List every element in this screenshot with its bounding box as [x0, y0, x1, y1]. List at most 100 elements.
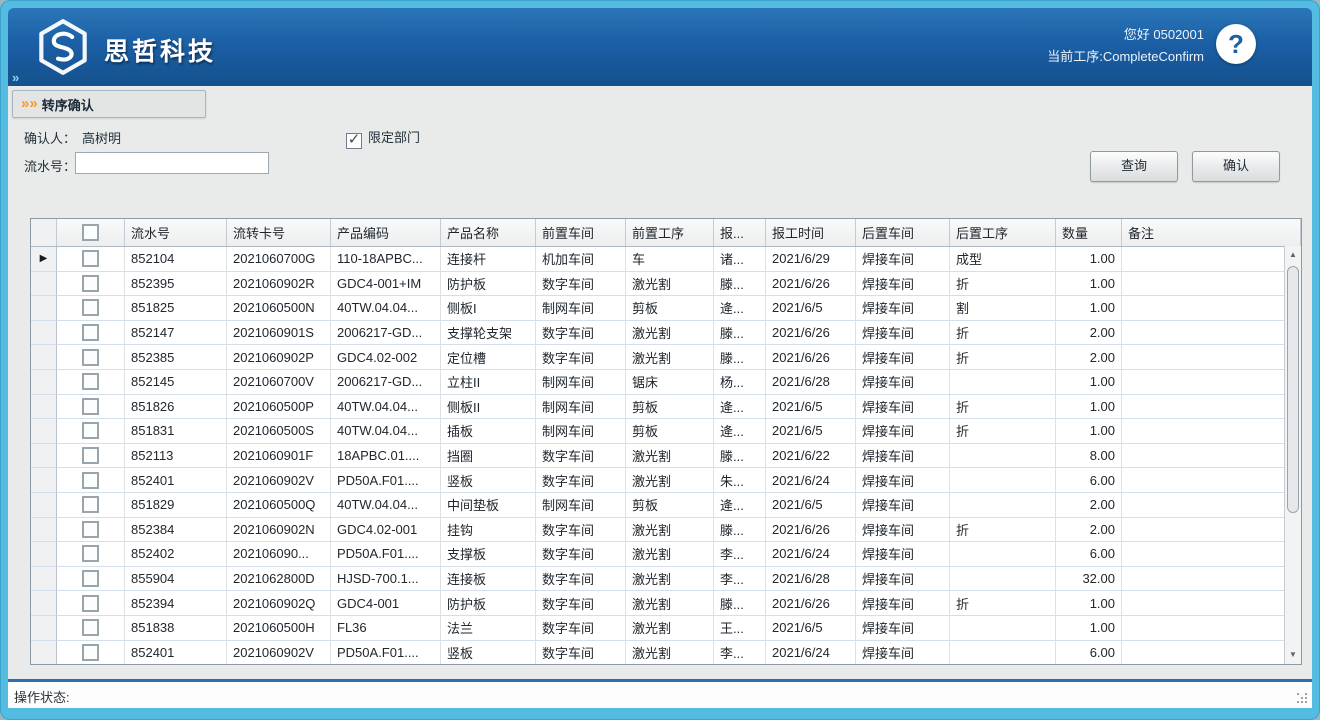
row-checkbox-cell[interactable]	[57, 616, 125, 641]
row-checkbox[interactable]	[82, 250, 99, 267]
row-checkbox[interactable]	[82, 275, 99, 292]
row-checkbox-cell[interactable]	[57, 591, 125, 616]
column-header[interactable]: 产品名称	[441, 219, 536, 246]
table-row[interactable]: 8524012021060902VPD50A.F01....竖板数字车间激光割李…	[31, 641, 1301, 666]
select-all-checkbox[interactable]	[82, 224, 99, 241]
column-header[interactable]: 报...	[714, 219, 766, 246]
row-header-cell[interactable]	[31, 321, 57, 346]
row-checkbox[interactable]	[82, 422, 99, 439]
row-checkbox[interactable]	[82, 545, 99, 562]
row-checkbox-cell[interactable]	[57, 493, 125, 518]
table-row[interactable]: 8523842021060902NGDC4.02-001挂钩数字车间激光割滕..…	[31, 518, 1301, 543]
row-checkbox[interactable]	[82, 521, 99, 538]
row-header-cell[interactable]	[31, 444, 57, 469]
scroll-down-icon[interactable]: ▼	[1285, 648, 1301, 662]
row-checkbox-cell[interactable]	[57, 272, 125, 297]
column-header[interactable]: 产品编码	[331, 219, 441, 246]
table-row[interactable]: ▶8521042021060700G110-18APBC...连接杆机加车间车诸…	[31, 247, 1301, 272]
table-row[interactable]: 8523952021060902RGDC4-001+IM防护板数字车间激光割滕.…	[31, 272, 1301, 297]
row-header-cell[interactable]	[31, 518, 57, 543]
row-checkbox-cell[interactable]	[57, 321, 125, 346]
row-header-cell[interactable]: ▶	[31, 247, 57, 272]
row-checkbox-cell[interactable]	[57, 567, 125, 592]
row-header-cell[interactable]	[31, 370, 57, 395]
table-cell: 李...	[714, 542, 766, 567]
row-checkbox-cell[interactable]	[57, 370, 125, 395]
column-header[interactable]: 报工时间	[766, 219, 856, 246]
column-header[interactable]: 流水号	[125, 219, 227, 246]
column-header[interactable]: 前置车间	[536, 219, 626, 246]
row-checkbox-cell[interactable]	[57, 518, 125, 543]
row-checkbox[interactable]	[82, 472, 99, 489]
select-all-cell[interactable]	[57, 219, 125, 246]
help-icon[interactable]: ?	[1216, 24, 1256, 64]
row-header-cell[interactable]	[31, 641, 57, 666]
column-header[interactable]: 前置工序	[626, 219, 714, 246]
row-header-cell[interactable]	[31, 468, 57, 493]
table-row[interactable]: 8523942021060902QGDC4-001防护板数字车间激光割滕...2…	[31, 591, 1301, 616]
table-row[interactable]: 8518382021060500HFL36法兰数字车间激光割王...2021/6…	[31, 616, 1301, 641]
row-header-cell[interactable]	[31, 616, 57, 641]
limit-dept-field[interactable]: ✓限定部门	[346, 127, 420, 149]
row-checkbox[interactable]	[82, 619, 99, 636]
limit-dept-checkbox[interactable]: ✓	[346, 133, 362, 149]
table-row[interactable]: 8518292021060500Q40TW.04.04...中间垫板制网车间剪板…	[31, 493, 1301, 518]
scroll-up-icon[interactable]: ▲	[1285, 248, 1301, 262]
serial-label: 流水号：	[24, 156, 76, 175]
table-row[interactable]: 8559042021062800DHJSD-700.1...连接板数字车间激光割…	[31, 567, 1301, 592]
table-row[interactable]: 8523852021060902PGDC4.02-002定位槽数字车间激光割滕.…	[31, 345, 1301, 370]
row-checkbox-cell[interactable]	[57, 419, 125, 444]
table-row[interactable]: 8518312021060500S40TW.04.04...插板制网车间剪板逄.…	[31, 419, 1301, 444]
table-row[interactable]: 8518252021060500N40TW.04.04...侧板I制网车间剪板逄…	[31, 296, 1301, 321]
row-checkbox-cell[interactable]	[57, 444, 125, 469]
row-header-cell[interactable]	[31, 493, 57, 518]
table-cell: 焊接车间	[856, 321, 950, 346]
row-checkbox-cell[interactable]	[57, 468, 125, 493]
row-checkbox[interactable]	[82, 447, 99, 464]
confirm-button[interactable]: 确认	[1192, 151, 1280, 182]
collapse-chevron-icon[interactable]: »	[12, 71, 19, 85]
table-row[interactable]: 8521452021060700V2006217-GD...立柱II制网车间锯床…	[31, 370, 1301, 395]
row-checkbox-cell[interactable]	[57, 641, 125, 666]
row-header-cell[interactable]	[31, 419, 57, 444]
table-row[interactable]: 852402202106090...PD50A.F01....支撑板数字车间激光…	[31, 542, 1301, 567]
column-header[interactable]: 流转卡号	[227, 219, 331, 246]
serial-input[interactable]	[75, 152, 269, 174]
tab-transfer-confirm[interactable]: »» 转序确认	[12, 90, 206, 118]
row-checkbox[interactable]	[82, 496, 99, 513]
vertical-scrollbar[interactable]: ▲ ▼	[1284, 246, 1301, 664]
row-checkbox[interactable]	[82, 570, 99, 587]
row-header-cell[interactable]	[31, 567, 57, 592]
row-header-cell[interactable]	[31, 591, 57, 616]
row-checkbox[interactable]	[82, 644, 99, 661]
row-header-cell[interactable]	[31, 345, 57, 370]
row-checkbox[interactable]	[82, 595, 99, 612]
query-button[interactable]: 查询	[1090, 151, 1178, 182]
row-checkbox[interactable]	[82, 349, 99, 366]
row-header-cell[interactable]	[31, 395, 57, 420]
row-checkbox[interactable]	[82, 373, 99, 390]
row-checkbox[interactable]	[82, 299, 99, 316]
resize-grip[interactable]	[1297, 693, 1308, 704]
column-header[interactable]: 后置车间	[856, 219, 950, 246]
scrollbar-thumb[interactable]	[1287, 266, 1299, 513]
table-row[interactable]: 8521472021060901S2006217-GD...支撑轮支架数字车间激…	[31, 321, 1301, 346]
row-checkbox[interactable]	[82, 324, 99, 341]
row-checkbox[interactable]	[82, 398, 99, 415]
row-checkbox-cell[interactable]	[57, 542, 125, 567]
row-header-cell[interactable]	[31, 296, 57, 321]
column-header[interactable]: 备注	[1122, 219, 1301, 246]
table-row[interactable]: 8524012021060902VPD50A.F01....竖板数字车间激光割朱…	[31, 468, 1301, 493]
table-row[interactable]: 8521132021060901F18APBC.01....挡圈数字车间激光割滕…	[31, 444, 1301, 469]
row-checkbox-cell[interactable]	[57, 247, 125, 272]
row-header-cell[interactable]	[31, 542, 57, 567]
row-checkbox-cell[interactable]	[57, 345, 125, 370]
table-cell: 焊接车间	[856, 468, 950, 493]
column-header[interactable]: 数量	[1056, 219, 1122, 246]
row-header-cell[interactable]	[31, 272, 57, 297]
table-row[interactable]: 8518262021060500P40TW.04.04...侧板II制网车间剪板…	[31, 395, 1301, 420]
row-checkbox-cell[interactable]	[57, 395, 125, 420]
row-checkbox-cell[interactable]	[57, 296, 125, 321]
table-cell: 2021060902P	[227, 345, 331, 370]
column-header[interactable]: 后置工序	[950, 219, 1056, 246]
